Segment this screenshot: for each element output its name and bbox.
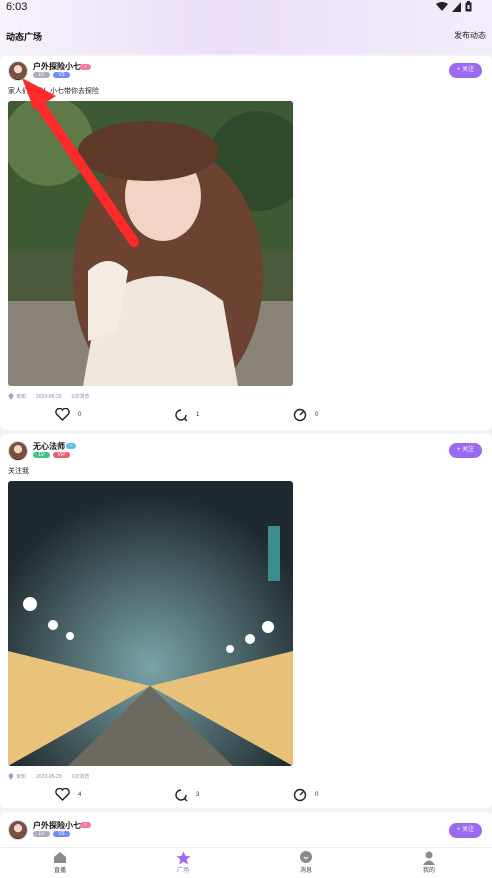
status-time: 6:03: [6, 1, 28, 13]
like-button[interactable]: 0: [55, 408, 81, 421]
message-icon: [300, 851, 312, 863]
post-meta: 未知 2023-05-29 0次浏览: [8, 393, 89, 400]
post-username[interactable]: 户外探险小七: [33, 820, 81, 831]
tab-label: 消息: [299, 868, 312, 874]
home-icon: [54, 852, 66, 863]
comment-count: 0: [315, 792, 319, 798]
location-icon: [8, 773, 14, 780]
post-username[interactable]: 无心法师: [33, 441, 65, 452]
gender-badge: ♀: [80, 64, 91, 70]
publish-button[interactable]: 发布动态: [454, 30, 486, 41]
avatar[interactable]: [8, 820, 28, 840]
share-icon: [175, 409, 188, 422]
tab-live[interactable]: 直播: [40, 851, 80, 874]
like-button[interactable]: 4: [55, 788, 81, 801]
share-button[interactable]: 1: [174, 408, 199, 422]
follow-button[interactable]: + 关注: [449, 63, 482, 78]
post-text: 家人们，我！小七带你去探险: [8, 88, 99, 95]
user-icon: [423, 851, 435, 865]
follow-button[interactable]: + 关注: [449, 443, 482, 458]
post-image[interactable]: [8, 101, 293, 386]
share-icon: [175, 789, 188, 802]
tab-label: 我的: [422, 868, 435, 874]
post-views: 0次浏览: [71, 774, 90, 780]
post-card: 户外探险小七 ♀ LV V3 + 关注 家人们，我！小七带你去探险 未知 202…: [0, 56, 492, 430]
post-views: 0次浏览: [71, 394, 90, 400]
portrait-photo: [8, 101, 293, 386]
follow-button[interactable]: + 关注: [449, 823, 482, 838]
battery-icon: [465, 1, 472, 12]
comment-count: 0: [315, 412, 319, 418]
tunnel-photo: [8, 481, 293, 766]
post-meta: 未知 2023-05-29 0次浏览: [8, 773, 89, 780]
heart-icon: [55, 408, 70, 421]
like-count: 0: [78, 411, 82, 418]
post-location: 未知: [16, 394, 27, 400]
tab-profile[interactable]: 我的: [409, 851, 449, 874]
vip-badge: V3: [53, 72, 70, 78]
comment-icon: [293, 408, 307, 422]
vip-badge: V3: [53, 831, 70, 837]
avatar[interactable]: [8, 61, 28, 81]
share-count: 1: [196, 412, 200, 418]
level-badge: LV: [33, 831, 50, 837]
like-count: 4: [78, 791, 82, 798]
gender-badge: ♀: [80, 822, 91, 828]
signal-icon: [452, 1, 461, 12]
avatar[interactable]: [8, 441, 28, 461]
wifi-icon: [436, 1, 448, 11]
page-title: 动态广场: [6, 32, 43, 42]
tab-square[interactable]: 广场: [163, 851, 203, 874]
comment-button[interactable]: 0: [293, 408, 318, 422]
share-button[interactable]: 3: [174, 788, 199, 802]
post-card: 无心法师 ♂ LV VIP + 关注 关注我 未知 2023-05-29 0次浏…: [0, 434, 492, 808]
app-header: 6:03 动态广场 发布动态: [0, 0, 492, 54]
level-badge: LV: [33, 72, 50, 78]
vip-badge: VIP: [53, 452, 70, 458]
star-icon: [176, 851, 190, 865]
post-text: 关注我: [8, 468, 29, 475]
level-badge: LV: [33, 452, 50, 458]
status-icons: [436, 1, 472, 12]
tab-label: 广场: [176, 868, 189, 874]
bottom-tab-bar: 直播 广场 消息 我的: [0, 847, 492, 878]
post-date: 2023-05-29: [36, 773, 62, 780]
comment-button[interactable]: 0: [293, 788, 318, 802]
tab-messages[interactable]: 消息: [286, 851, 326, 874]
heart-icon: [55, 788, 70, 801]
post-date: 2023-05-29: [36, 393, 62, 400]
comment-icon: [293, 788, 307, 802]
tab-label: 直播: [53, 868, 66, 874]
post-image[interactable]: [8, 481, 293, 766]
gender-badge: ♂: [66, 443, 76, 449]
post-username[interactable]: 户外探险小七: [33, 61, 81, 72]
location-icon: [8, 393, 14, 400]
share-count: 3: [196, 792, 200, 798]
post-location: 未知: [16, 774, 27, 780]
